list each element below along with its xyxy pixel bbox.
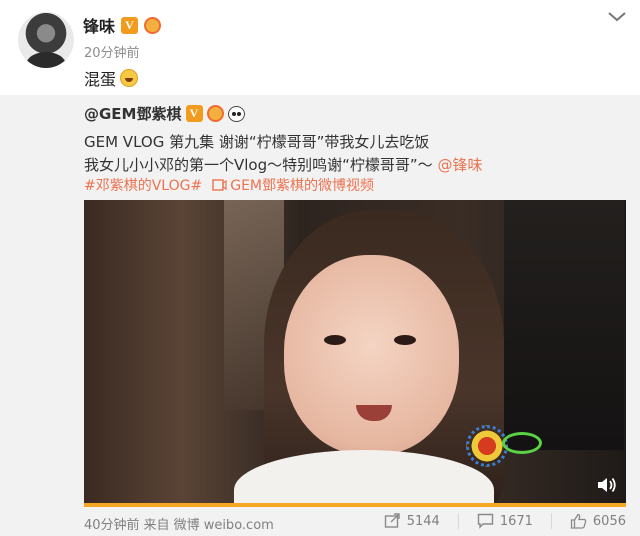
video-player[interactable] xyxy=(84,200,626,505)
video-girl-eye-right xyxy=(394,335,416,345)
post-time[interactable]: 20分钟前 xyxy=(84,42,140,61)
speaker-icon[interactable] xyxy=(596,475,618,495)
toy-ring xyxy=(502,432,542,454)
comment-count: 1671 xyxy=(499,513,533,529)
like-count: 6056 xyxy=(592,513,626,529)
comment-icon xyxy=(477,513,494,529)
video-girl-eye-left xyxy=(324,335,346,345)
video-background-door xyxy=(504,200,624,450)
original-text-line-2-body: 我女儿小小邓的第一个Vlog～特别鸣谢“柠檬哥哥”～ xyxy=(84,156,438,174)
author-name[interactable]: 锋味 xyxy=(83,13,115,37)
video-link[interactable]: GEM鄧紫棋的微博视频 xyxy=(212,175,374,195)
stats-divider xyxy=(457,513,459,529)
post-text-content: 混蛋 xyxy=(84,70,117,89)
hashtag-link[interactable]: #邓紫棋的VLOG# xyxy=(84,175,202,195)
chevron-down-icon[interactable] xyxy=(606,8,628,26)
avatar-figure xyxy=(26,52,66,68)
mention-link[interactable]: @锋味 xyxy=(437,156,482,174)
post-text: 混蛋 xyxy=(84,66,139,90)
video-girl-face xyxy=(284,255,459,455)
video-progress-bar[interactable] xyxy=(84,503,626,507)
repost-icon xyxy=(384,513,400,528)
verified-v-badge-icon: V xyxy=(121,16,139,34)
original-author[interactable]: @GEM鄧紫棋 xyxy=(84,103,182,124)
stats-divider xyxy=(550,513,552,529)
source-from-label: 来自 xyxy=(143,518,170,533)
member-badge-icon xyxy=(144,16,162,34)
repost-count: 5144 xyxy=(406,513,440,529)
thumbs-up-icon xyxy=(570,513,587,529)
author-row: 锋味 V xyxy=(83,13,162,37)
source-app[interactable]: 微博 weibo.com xyxy=(174,514,274,533)
video-link-label: GEM鄧紫棋的微博视频 xyxy=(230,178,374,194)
comment-button[interactable]: 1671 xyxy=(477,513,533,529)
source-time[interactable]: 40分钟前 xyxy=(84,514,140,533)
panda-icon xyxy=(227,105,245,122)
weibo-post-card: 锋味 V 20分钟前 混蛋 @GEM鄧紫棋 V GEM VLOG 第九集 谢谢“… xyxy=(0,0,640,536)
repost-card: @GEM鄧紫棋 V GEM VLOG 第九集 谢谢“柠檬哥哥”带我女儿去吃饭 我… xyxy=(0,95,640,536)
original-text-line-1: GEM VLOG 第九集 谢谢“柠檬哥哥”带我女儿去吃饭 xyxy=(84,133,430,151)
avatar[interactable] xyxy=(18,12,74,68)
video-girl-mouth xyxy=(356,405,392,421)
tags-row: #邓紫棋的VLOG# GEM鄧紫棋的微博视频 xyxy=(84,175,374,195)
video-icon xyxy=(212,179,227,191)
repost-button[interactable]: 5144 xyxy=(384,513,440,529)
verified-v-badge-icon: V xyxy=(185,105,203,122)
laugh-emoji-icon xyxy=(120,69,139,87)
like-button[interactable]: 6056 xyxy=(570,513,626,529)
original-author-row: @GEM鄧紫棋 V xyxy=(84,103,245,124)
toy-sticker xyxy=(466,425,508,467)
stats-bar: 5144 1671 6056 xyxy=(384,513,626,529)
member-badge-icon xyxy=(206,105,224,122)
source-info: 40分钟前 来自 微博 weibo.com xyxy=(84,514,274,533)
original-text-line-2: 我女儿小小邓的第一个Vlog～特别鸣谢“柠檬哥哥”～ @锋味 xyxy=(84,154,482,175)
